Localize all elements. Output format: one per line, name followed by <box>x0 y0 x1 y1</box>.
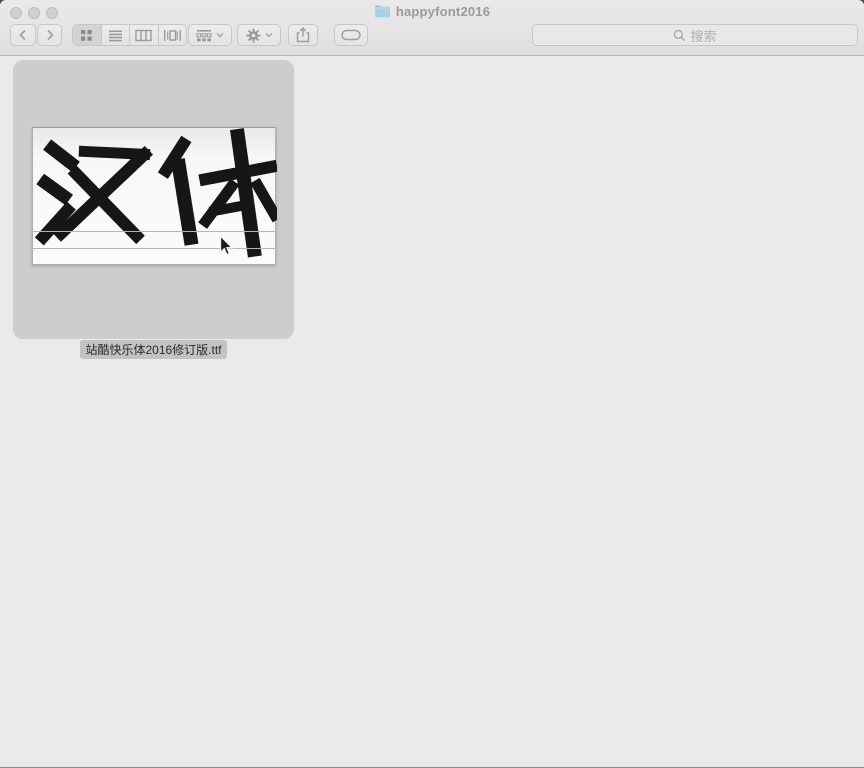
search-placeholder: 搜索 <box>690 26 716 45</box>
list-view-icon <box>108 29 123 42</box>
gear-icon <box>246 28 261 43</box>
baseline-guide <box>33 248 275 249</box>
tags-button[interactable] <box>334 24 368 46</box>
coverflow-view-button[interactable] <box>159 25 187 45</box>
coverflow-view-icon <box>163 29 182 42</box>
window-title: happyfont2016 <box>396 4 490 19</box>
chevron-down-icon <box>216 32 224 38</box>
arrange-button[interactable] <box>188 24 232 46</box>
view-mode-segmented-control <box>72 24 187 46</box>
action-button[interactable] <box>237 24 281 46</box>
font-preview-glyphs <box>33 128 277 266</box>
back-button[interactable] <box>10 24 36 46</box>
file-label-row: 站酷快乐体2016修订版.ttf <box>13 340 294 359</box>
icon-view-button[interactable] <box>73 25 102 45</box>
title-bar[interactable]: happyfont2016 <box>0 0 864 22</box>
baseline-guide <box>33 231 275 232</box>
search-input[interactable]: 搜索 <box>532 24 858 46</box>
search-icon <box>673 29 686 42</box>
title-group: happyfont2016 <box>0 0 864 22</box>
icon-view-icon <box>80 29 93 42</box>
arrange-grid-icon <box>196 29 212 42</box>
window-header: happyfont2016 <box>0 0 864 56</box>
list-view-button[interactable] <box>102 25 131 45</box>
folder-content-area[interactable]: 汉体 <box>0 56 864 768</box>
chevron-down-icon <box>265 32 273 38</box>
forward-chevron-icon <box>44 28 56 42</box>
share-icon <box>296 27 310 43</box>
finder-window: happyfont2016 <box>0 0 864 768</box>
share-button[interactable] <box>288 24 318 46</box>
forward-button[interactable] <box>37 24 62 46</box>
folder-icon <box>374 4 391 18</box>
back-chevron-icon <box>17 28 29 42</box>
font-file-icon[interactable]: 汉体 <box>32 127 276 265</box>
column-view-icon <box>135 29 152 42</box>
column-view-button[interactable] <box>130 25 159 45</box>
file-name-label[interactable]: 站酷快乐体2016修订版.ttf <box>80 340 226 359</box>
tag-icon <box>341 29 361 41</box>
